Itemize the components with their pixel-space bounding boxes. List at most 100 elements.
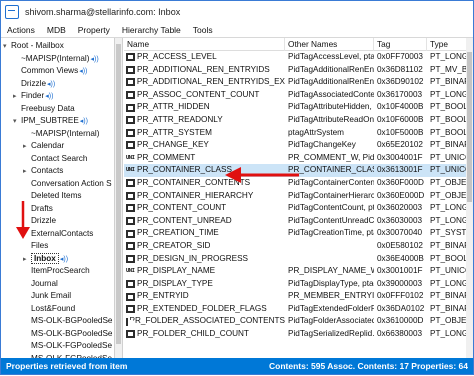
- menu-actions[interactable]: Actions: [1, 25, 41, 35]
- table-scrollbar[interactable]: [466, 38, 473, 358]
- table-row[interactable]: PR_FOLDER_ASSOCIATED_CONTENTS PidTagFolde…: [124, 315, 473, 328]
- notification-badge-icon: ◂)): [79, 68, 88, 75]
- table-row[interactable]: PR_DISPLAY_TYPE PidTagDisplayType, ptag..…: [124, 278, 473, 291]
- tree-item[interactable]: ▸ Calendar: [23, 140, 64, 153]
- tree-item[interactable]: ▾ Root - Mailbox: [3, 40, 64, 53]
- table-row[interactable]: PR_ATTR_SYSTEM ptagAttrSystem 0x10F5000B PT…: [124, 127, 473, 140]
- menu-property[interactable]: Property: [72, 25, 116, 35]
- tree-item[interactable]: MS-OLK-FGPooledSe: [23, 340, 112, 353]
- tree-item[interactable]: Drizzle◂)): [13, 78, 55, 91]
- cell-tag: 0x36020003: [377, 203, 423, 213]
- table-row[interactable]: PR_FOLDER_CHILD_COUNT PidTagSerializedRep…: [124, 328, 473, 341]
- notification-badge-icon: ◂)): [79, 118, 88, 125]
- table-row[interactable]: PR_ADDITIONAL_REN_ENTRYIDS PidTagAddition…: [124, 64, 473, 77]
- table-row[interactable]: PR_CONTENT_COUNT PidTagContentCount, ptag…: [124, 202, 473, 215]
- cell-name: PR_CHANGE_KEY: [124, 139, 285, 152]
- cell-tag: 0x10F4000B: [377, 102, 424, 112]
- table-row[interactable]: PR_CONTENT_UNREAD PidTagContentUnreadCoun…: [124, 215, 473, 228]
- binary-property-icon: [126, 279, 135, 288]
- tree-item[interactable]: ~MAPISP(Internal): [23, 128, 99, 141]
- pane-splitter[interactable]: [114, 38, 123, 358]
- tree-item[interactable]: MS-OLK-BGPooledSe: [23, 315, 112, 328]
- tree-item[interactable]: Conversation Action S: [23, 178, 112, 191]
- table-row[interactable]: UNIPR_CONTAINER_CLASSPR_CONTAINER_CLASS_…: [124, 164, 473, 177]
- cell-tag: 0x36DA0102: [377, 303, 425, 313]
- cell-name: PR_CREATOR_SID: [124, 240, 285, 253]
- binary-property-icon: [126, 242, 135, 251]
- cell-other-names: PidTagAssociatedContent...: [288, 89, 374, 99]
- table-row[interactable]: PR_ENTRYID PR_MEMBER_ENTRYID, Pid...0x0FF…: [124, 290, 473, 303]
- table-row[interactable]: PR_ATTR_READONLY PidTagAttributeReadOnly.…: [124, 114, 473, 127]
- tree-item-label: Root - Mailbox: [11, 41, 64, 50]
- table-row[interactable]: PR_ACCESS_LEVEL PidTagAccessLevel, ptagAc…: [124, 51, 473, 64]
- tree-item-label: ExternalContacts: [31, 228, 94, 238]
- tree-scrollbar-thumb[interactable]: [116, 44, 121, 344]
- property-name: PR_DISPLAY_NAME: [137, 266, 216, 276]
- column-header-tag[interactable]: Tag: [374, 38, 427, 51]
- cell-other-names: PR_COMMENT_W, PidTag...: [288, 152, 374, 162]
- menu-bar: Actions MDB Property Hierarchy Table Too…: [1, 23, 473, 37]
- cell-other-names: PidTagAccessLevel, ptagAc...: [288, 52, 374, 61]
- expand-toggle-icon[interactable]: ▾: [3, 41, 11, 54]
- table-row[interactable]: PR_ATTR_HIDDEN PidTagAttributeHidden, pt.…: [124, 101, 473, 114]
- cell-tag: 0x30070040: [377, 228, 423, 238]
- binary-property-icon: [126, 91, 135, 100]
- binary-property-icon: [126, 116, 135, 125]
- cell-other-names: PidTagAttributeHidden, pt...: [288, 102, 374, 112]
- tree-item-label: MS-OLK-BGPooledSe: [31, 316, 113, 325]
- tree-item[interactable]: ▸ Contacts: [23, 165, 63, 178]
- tree-item[interactable]: Common Views◂)): [13, 65, 87, 78]
- tree-item[interactable]: Junk Email: [23, 290, 71, 303]
- tree-item[interactable]: MS-OLK-BGPooledSe: [23, 328, 112, 341]
- binary-property-icon: [126, 179, 135, 188]
- property-name: PR_ADDITIONAL_REN_ENTRYIDS: [137, 64, 270, 74]
- table-row[interactable]: PR_CONTAINER_CONTENTS PidTagContainerCont…: [124, 177, 473, 190]
- table-row[interactable]: PR_ASSOC_CONTENT_COUNT PidTagAssociatedCo…: [124, 89, 473, 102]
- unicode-property-icon: UNI: [126, 268, 135, 275]
- table-row[interactable]: PR_EXTENDED_FOLDER_FLAGS PidTagExtendedFo…: [124, 303, 473, 316]
- folder-tree[interactable]: ▾ Root - Mailbox ~MAPISP(Internal)◂)) Commo…: [1, 38, 114, 358]
- table-row[interactable]: UNIPR_DISPLAY_NAMEPR_DISPLAY_NAME_W, Pid…: [124, 265, 473, 278]
- tree-item[interactable]: ▸ Inbox ◂)): [23, 252, 68, 266]
- tree-item[interactable]: Contact Search: [23, 153, 87, 166]
- tree-item-label: Freebusy Data: [21, 103, 75, 113]
- table-row[interactable]: PR_ADDITIONAL_REN_ENTRYIDS_EX PidTagAddit…: [124, 76, 473, 89]
- tree-item[interactable]: ~MAPISP(Internal)◂)): [13, 53, 99, 66]
- tree-item[interactable]: ▾ IPM_SUBTREE◂)): [13, 115, 88, 128]
- cell-tag: 0x360E000D: [377, 190, 425, 200]
- binary-property-icon: [126, 103, 135, 112]
- tree-item[interactable]: Drafts: [23, 203, 53, 216]
- cell-tag: 0x3610000D: [377, 316, 424, 326]
- column-header-other-names[interactable]: Other Names: [285, 38, 374, 51]
- tree-item[interactable]: Files: [23, 240, 48, 253]
- cell-name: PR_CONTAINER_CONTENTS: [124, 177, 285, 190]
- menu-tools[interactable]: Tools: [187, 25, 219, 35]
- binary-property-icon: [126, 191, 135, 200]
- table-row[interactable]: UNIPR_COMMENTPR_COMMENT_W, PidTag...0x30…: [124, 152, 473, 165]
- cell-tag: 0x0E580102: [377, 240, 423, 250]
- menu-hierarchy-table[interactable]: Hierarchy Table: [116, 25, 187, 35]
- table-row[interactable]: PR_CREATION_TIME PidTagCreationTime, ptag…: [124, 227, 473, 240]
- menu-mdb[interactable]: MDB: [41, 25, 72, 35]
- tree-item[interactable]: ItemProcSearch: [23, 265, 90, 278]
- tree-item[interactable]: ▸ Finder◂)): [13, 90, 53, 103]
- expand-toggle-icon[interactable]: ▾: [13, 116, 21, 129]
- table-row[interactable]: PR_CREATOR_SID 0x0E580102 PT_BINAR: [124, 240, 473, 253]
- column-header-name[interactable]: Name: [124, 38, 285, 51]
- cell-name: UNI PR_CONTAINER_CLASS: [124, 164, 285, 177]
- tree-item-label: Inbox: [31, 252, 59, 264]
- unicode-property-icon: UNI: [126, 167, 135, 174]
- table-row[interactable]: PR_CONTAINER_HIERARCHY PidTagContainerHie…: [124, 190, 473, 203]
- cell-name: PR_FOLDER_CHILD_COUNT: [124, 328, 285, 341]
- table-body: PR_ACCESS_LEVEL PidTagAccessLevel, ptagAc…: [124, 51, 473, 341]
- table-row[interactable]: PR_CHANGE_KEY PidTagChangeKey 0x65E20102 PT…: [124, 139, 473, 152]
- tree-item[interactable]: Lost&Found: [23, 303, 75, 316]
- tree-item[interactable]: Drizzle: [23, 215, 56, 228]
- tree-item-label: Journal: [31, 278, 58, 288]
- tree-item[interactable]: Freebusy Data: [13, 103, 75, 116]
- tree-item[interactable]: Journal: [23, 278, 58, 291]
- tree-item[interactable]: ExternalContacts: [23, 228, 93, 241]
- table-row[interactable]: PR_DESIGN_IN_PROGRESS 0x36E4000B PT_BOOLE: [124, 253, 473, 266]
- tree-item[interactable]: Deleted Items: [23, 190, 82, 203]
- table-scrollbar-thumb[interactable]: [467, 52, 472, 202]
